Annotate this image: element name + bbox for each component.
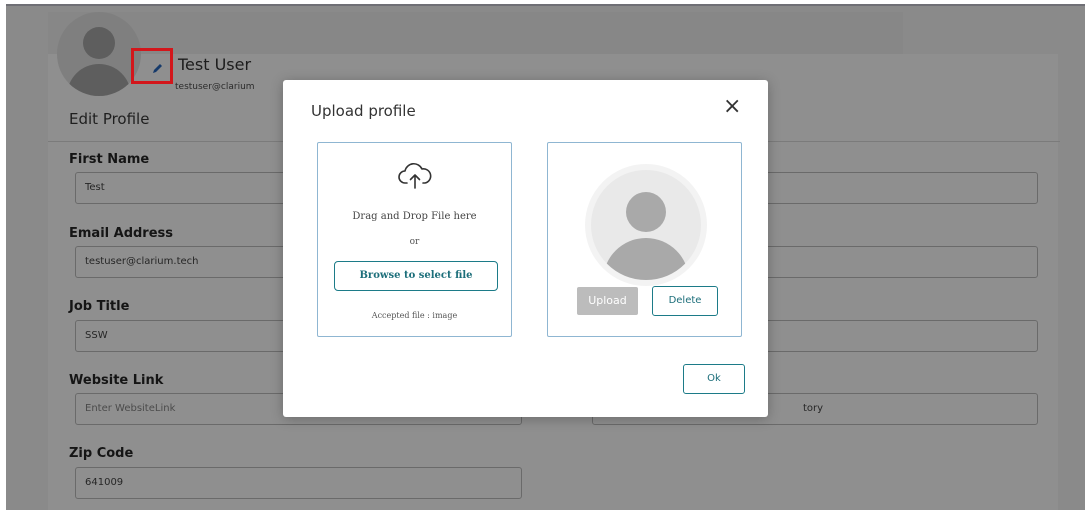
- user-email: testuser@clarium: [175, 82, 255, 92]
- drop-instructions: Drag and Drop File here: [352, 211, 477, 222]
- avatar-head-shape: [83, 27, 115, 59]
- website-label: Website Link: [69, 373, 164, 388]
- user-name: Test User: [178, 55, 252, 74]
- upload-profile-modal: Upload profile × Drag and Drop File here…: [283, 80, 768, 417]
- profile-header-band: [48, 12, 903, 60]
- drop-zone[interactable]: Drag and Drop File here or Browse to sel…: [317, 142, 512, 337]
- delete-button[interactable]: Delete: [652, 286, 718, 316]
- email-label: Email Address: [69, 226, 174, 241]
- first-name-label: First Name: [69, 152, 150, 167]
- pencil-icon: [153, 64, 162, 73]
- preview-avatar-body: [603, 238, 689, 280]
- top-border: [6, 4, 1085, 6]
- browse-file-button[interactable]: Browse to select file: [334, 261, 498, 291]
- accepted-file-note: Accepted file : image: [371, 311, 458, 320]
- edit-avatar-button[interactable]: [131, 48, 173, 84]
- cloud-upload-icon: [398, 163, 432, 189]
- zip-code-label: Zip Code: [69, 446, 134, 461]
- avatar: [57, 12, 141, 96]
- preview-panel: Upload Delete: [547, 142, 742, 337]
- preview-avatar-head: [626, 192, 666, 232]
- upload-button[interactable]: Upload: [577, 287, 638, 315]
- modal-title: Upload profile: [311, 102, 416, 120]
- or-separator: or: [409, 237, 420, 247]
- job-title-label: Job Title: [69, 299, 130, 314]
- avatar-body-shape: [67, 64, 131, 96]
- ok-button[interactable]: Ok: [683, 364, 745, 394]
- user-avatar-icon: [591, 170, 701, 280]
- close-icon[interactable]: ×: [723, 96, 741, 118]
- edit-profile-title: Edit Profile: [69, 110, 150, 128]
- zip-code-field[interactable]: 641009: [75, 467, 522, 499]
